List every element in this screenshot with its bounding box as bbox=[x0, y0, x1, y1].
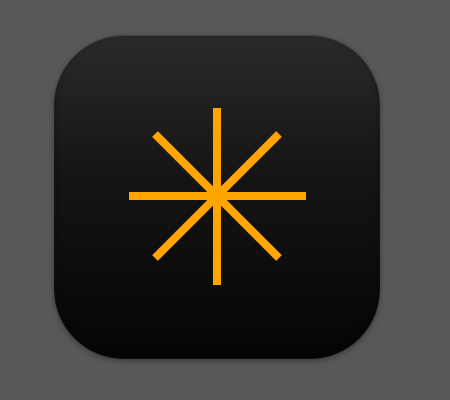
app-icon[interactable] bbox=[54, 35, 380, 359]
asterisk-star-icon bbox=[129, 108, 306, 285]
canvas-background bbox=[0, 0, 450, 400]
